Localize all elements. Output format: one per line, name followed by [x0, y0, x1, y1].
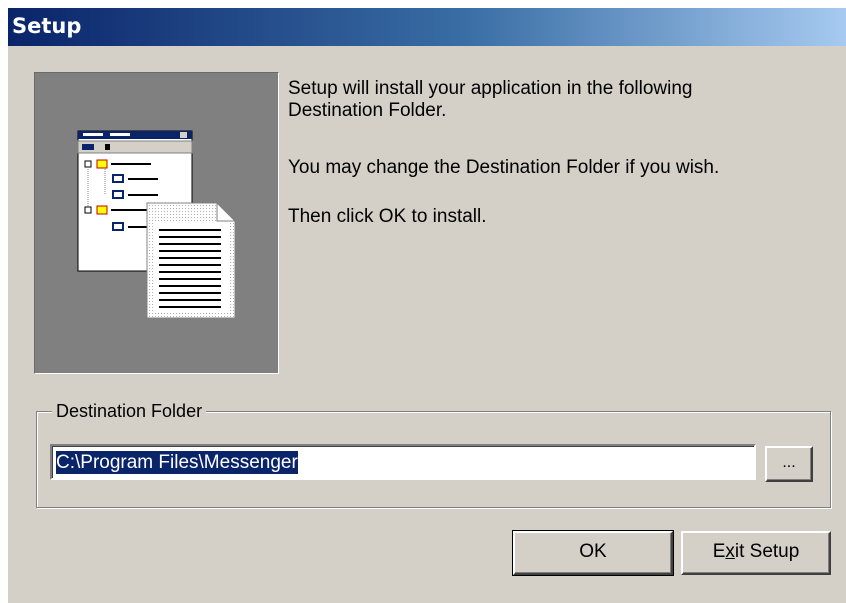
intro-text-line2: Destination Folder. [288, 100, 447, 121]
intro-text-line1: Setup will install your application in t… [288, 78, 693, 99]
destination-folder-value: C:\Program Files\Messenger [56, 451, 298, 474]
intro-text-line4: Then click OK to install. [288, 206, 487, 227]
exit-setup-button[interactable]: Exit Setup [681, 531, 831, 575]
ok-button[interactable]: OK [512, 530, 674, 576]
setup-illustration [34, 72, 279, 374]
browse-button[interactable]: ... [765, 446, 813, 482]
installer-graphic-icon [77, 130, 237, 319]
setup-dialog: Setup Setup will install your applicatio… [8, 8, 846, 603]
exit-label-suffix: it Setup [734, 541, 800, 562]
destination-folder-legend: Destination Folder [52, 401, 207, 422]
exit-label-prefix: E [712, 541, 726, 562]
window-title: Setup [12, 14, 82, 38]
intro-text-line3: You may change the Destination Folder if… [288, 157, 720, 178]
exit-label-accelerator: x [725, 541, 735, 562]
title-bar[interactable]: Setup [8, 8, 846, 46]
destination-folder-input[interactable]: C:\Program Files\Messenger [50, 444, 756, 480]
